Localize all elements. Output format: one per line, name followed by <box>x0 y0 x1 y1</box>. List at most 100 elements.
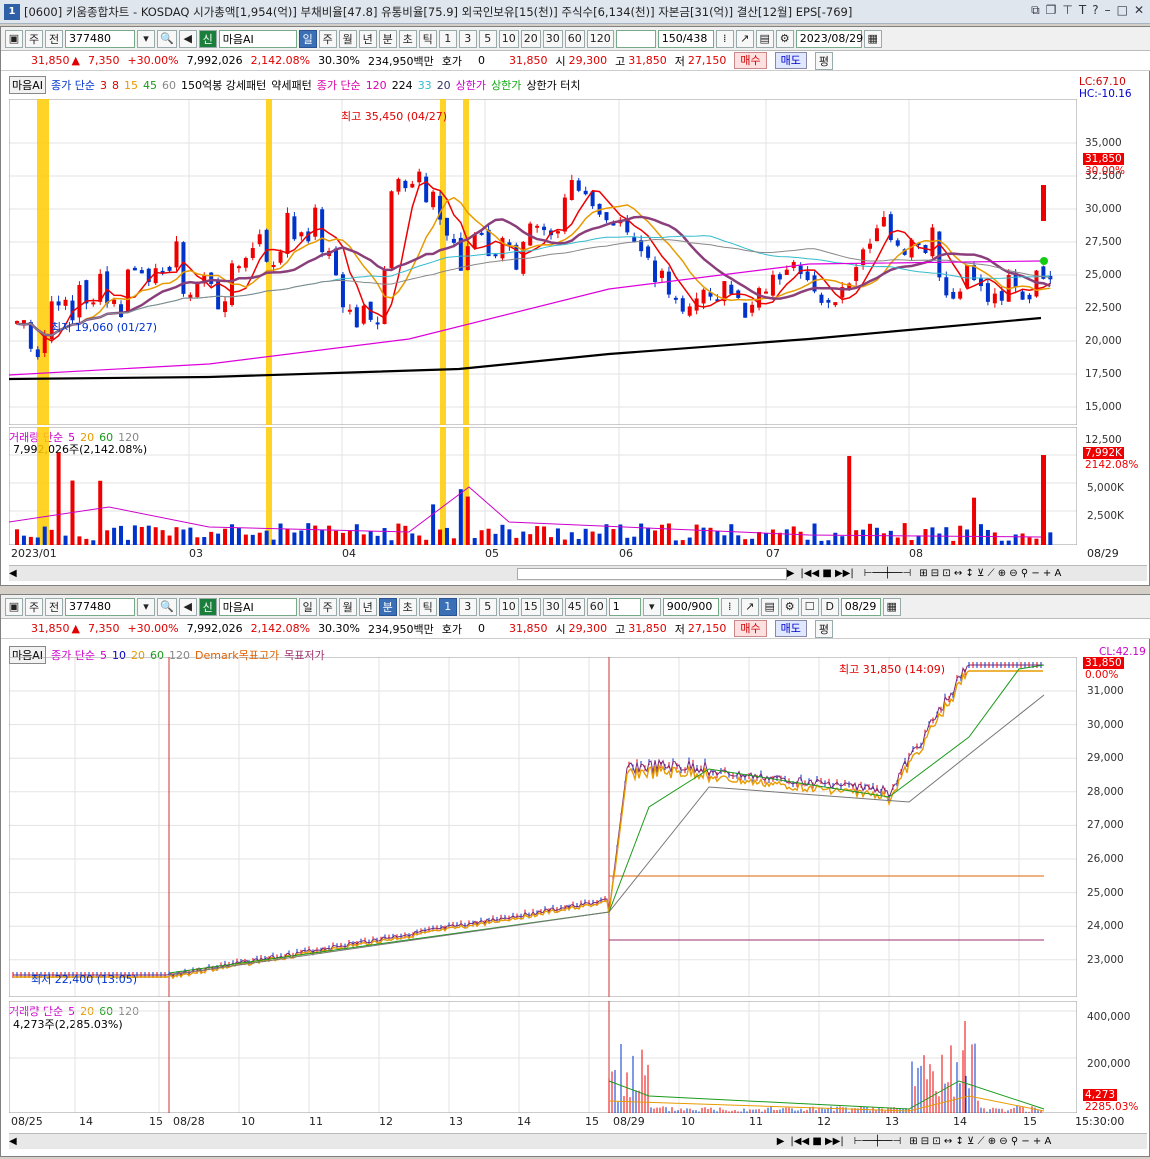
period-week[interactable]: 주 <box>318 29 337 48</box>
date-field[interactable]: 2023/08/29 <box>795 29 863 48</box>
close-icon[interactable]: ✕ <box>1134 3 1144 18</box>
chart-tools[interactable]: ⊞ ⊟ ⊡ ↔ ↕ ⊻ ⟋ ⊕ ⊖ ⚲ − + A <box>909 1136 1051 1147</box>
buy-button[interactable]: 매수 <box>734 620 767 637</box>
num-30[interactable]: 30 <box>542 597 563 616</box>
period-minute[interactable]: 분 <box>378 29 397 48</box>
num-5[interactable]: 5 <box>478 597 497 616</box>
speaker-icon[interactable]: ◀ <box>178 597 197 616</box>
period-second[interactable]: 초 <box>398 597 417 616</box>
num-15[interactable]: 15 <box>520 597 541 616</box>
mode-select[interactable]: 주 <box>25 597 43 616</box>
dropdown-icon[interactable]: ▾ <box>137 597 155 616</box>
period-month[interactable]: 월 <box>338 597 357 616</box>
volume-bar-78 <box>555 528 560 545</box>
bottom-scrollbar[interactable]: ◀ ▶ |◀◀ ■ ▶▶| ⊢──┼──⊣ ⊞ ⊟ ⊡ ↔ ↕ ⊻ ⟋ ⊕ ⊖ … <box>9 1133 1147 1149</box>
scroll-right-icon[interactable]: ▶ <box>787 568 795 579</box>
candle-body-3 <box>35 349 40 358</box>
chart-tools[interactable]: ⊞ ⊟ ⊡ ↔ ↕ ⊻ ⟋ ⊕ ⊖ ⚲ − + A <box>919 568 1061 579</box>
period-month[interactable]: 월 <box>338 29 357 48</box>
save-icon[interactable]: ▤ <box>755 29 774 48</box>
dropdown-icon[interactable]: ▾ <box>137 29 155 48</box>
settings-gear-icon[interactable]: ⚙ <box>780 597 799 616</box>
calendar-icon[interactable]: ▦ <box>863 29 882 48</box>
grid-tool-icon[interactable]: ⁞ <box>715 29 734 48</box>
x-tick: 15 <box>1023 1115 1037 1128</box>
interval-select[interactable] <box>615 29 656 48</box>
scroll-thumb[interactable] <box>516 567 787 580</box>
checkbox-icon[interactable]: ☐ <box>800 597 819 616</box>
num-45[interactable]: 45 <box>564 597 585 616</box>
volume-bar-79 <box>562 539 567 545</box>
tool-icon[interactable]: T <box>1079 3 1086 18</box>
market-select[interactable]: 전 <box>45 29 63 48</box>
help-icon[interactable]: ? <box>1092 3 1098 18</box>
code-input[interactable]: 377480 <box>65 597 135 616</box>
period-day[interactable]: 일 <box>298 29 317 48</box>
period-tick[interactable]: 틱 <box>418 29 437 48</box>
num-20[interactable]: 20 <box>520 29 541 48</box>
search-icon[interactable]: 🔍 <box>157 29 177 48</box>
playback-controls[interactable]: |◀◀ ■ ▶▶| <box>800 568 853 579</box>
playback-controls[interactable]: |◀◀ ■ ▶▶| <box>790 1136 843 1147</box>
date-field[interactable]: 08/29 <box>840 597 881 616</box>
pin-icon[interactable]: ⊤ <box>1062 3 1072 18</box>
market-select[interactable]: 전 <box>45 597 63 616</box>
period-year[interactable]: 년 <box>358 597 377 616</box>
stock-name[interactable]: 마음AI <box>218 597 297 616</box>
num-10[interactable]: 10 <box>498 597 519 616</box>
interval-select[interactable]: 1 <box>608 597 641 616</box>
count-field[interactable]: 900/900 <box>662 597 719 616</box>
sell-button[interactable]: 매도 <box>774 620 807 637</box>
num-120[interactable]: 120 <box>586 29 614 48</box>
period-week[interactable]: 주 <box>318 597 337 616</box>
save-icon[interactable]: ▤ <box>760 597 779 616</box>
mode-select[interactable]: 주 <box>25 29 43 48</box>
period-second[interactable]: 초 <box>398 29 417 48</box>
period-day[interactable]: 일 <box>298 597 317 616</box>
code-input[interactable]: 377480 <box>65 29 135 48</box>
average-button[interactable]: 평 <box>814 619 833 638</box>
link-icon[interactable]: ⧉ <box>1031 3 1040 18</box>
num-3[interactable]: 3 <box>458 597 477 616</box>
dropdown-icon[interactable]: ▾ <box>642 597 661 616</box>
zoom-slider[interactable]: ⊢──┼──⊣ <box>854 1136 902 1147</box>
period-tick[interactable]: 틱 <box>418 597 437 616</box>
num-3[interactable]: 3 <box>458 29 477 48</box>
num-10[interactable]: 10 <box>498 29 519 48</box>
average-button[interactable]: 평 <box>814 51 833 70</box>
search-icon[interactable]: 🔍 <box>157 597 177 616</box>
daily-volume-chart[interactable] <box>9 427 1077 545</box>
num-30[interactable]: 30 <box>542 29 563 48</box>
period-minute[interactable]: 분 <box>378 597 397 616</box>
minimize-icon[interactable]: – <box>1105 3 1111 18</box>
scroll-left-icon[interactable]: ◀ <box>9 1136 17 1147</box>
minute-price-chart[interactable] <box>9 657 1077 997</box>
buy-button[interactable]: 매수 <box>734 52 767 69</box>
num-1[interactable]: 1 <box>438 29 457 48</box>
high-label: 고 <box>615 622 626 636</box>
draw-tool-icon[interactable]: ↗ <box>740 597 759 616</box>
settings-gear-icon[interactable]: ⚙ <box>775 29 794 48</box>
restore-icon[interactable]: ❐ <box>1046 3 1057 18</box>
daily-price-chart[interactable] <box>9 99 1077 425</box>
maximize-icon[interactable]: □ <box>1117 3 1128 18</box>
draw-tool-icon[interactable]: ↗ <box>735 29 754 48</box>
top-scrollbar[interactable]: ◀ ▶ |◀◀ ■ ▶▶| ⊢──┼──⊣ ⊞ ⊟ ⊡ ↔ ↕ ⊻ ⟋ ⊕ ⊖ … <box>9 565 1147 581</box>
scroll-right-icon[interactable]: ▶ <box>777 1136 785 1147</box>
count-field[interactable]: 150/438 <box>657 29 714 48</box>
period-year[interactable]: 년 <box>358 29 377 48</box>
zoom-slider[interactable]: ⊢──┼──⊣ <box>864 568 912 579</box>
layout-icon[interactable]: ▣ <box>5 29 23 48</box>
num-60[interactable]: 60 <box>586 597 607 616</box>
sell-button[interactable]: 매도 <box>774 52 807 69</box>
scroll-left-icon[interactable]: ◀ <box>9 568 17 579</box>
num-1[interactable]: 1 <box>438 597 457 616</box>
minute-volume-chart[interactable] <box>9 1001 1077 1113</box>
stock-name[interactable]: 마음AI <box>218 29 297 48</box>
calendar-icon[interactable]: ▦ <box>882 597 901 616</box>
layout-icon[interactable]: ▣ <box>5 597 23 616</box>
speaker-icon[interactable]: ◀ <box>178 29 197 48</box>
grid-tool-icon[interactable]: ⁞ <box>720 597 739 616</box>
num-5[interactable]: 5 <box>478 29 497 48</box>
num-60[interactable]: 60 <box>564 29 585 48</box>
